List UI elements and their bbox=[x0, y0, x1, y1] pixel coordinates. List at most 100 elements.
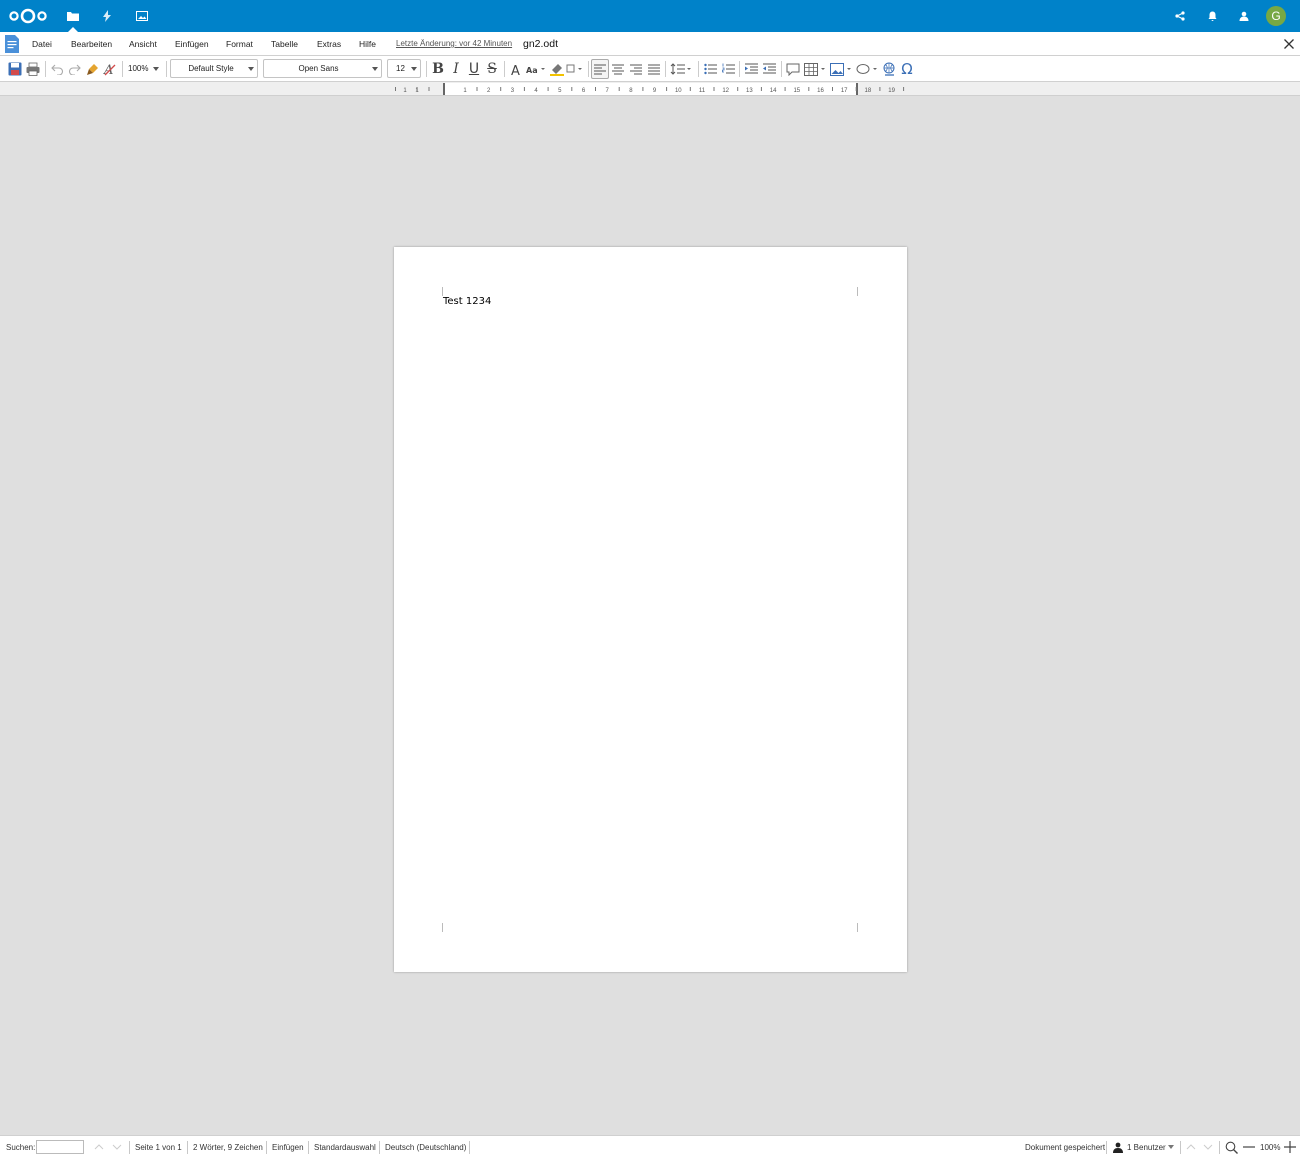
insert-hyperlink-icon[interactable] bbox=[880, 59, 898, 79]
ruler-tick-label: 12 bbox=[722, 88, 729, 94]
special-character-icon[interactable]: Ω bbox=[899, 59, 915, 79]
nextcloud-logo-icon[interactable] bbox=[8, 8, 48, 24]
crop-mark-icon bbox=[442, 923, 443, 932]
document-type-icon bbox=[5, 35, 19, 53]
menu-tabelle[interactable]: Tabelle bbox=[271, 32, 298, 56]
chevron-down-icon bbox=[411, 67, 417, 71]
crop-mark-icon bbox=[442, 287, 443, 296]
language-status[interactable]: Deutsch (Deutschland) bbox=[385, 1136, 466, 1158]
ruler-tick bbox=[784, 87, 786, 91]
undo-icon[interactable] bbox=[49, 59, 65, 79]
menu-ansicht[interactable]: Ansicht bbox=[129, 32, 157, 56]
save-status: Dokument gespeichert bbox=[1025, 1143, 1106, 1152]
users-icon[interactable] bbox=[1109, 1139, 1125, 1155]
word-count: 2 Wörter, 9 Zeichen bbox=[193, 1143, 263, 1152]
user-avatar[interactable]: G bbox=[1266, 6, 1286, 26]
italic-icon[interactable]: I bbox=[448, 59, 464, 79]
grow-font-icon[interactable]: A bbox=[508, 59, 524, 79]
ruler-tick bbox=[832, 87, 833, 91]
menu-bar: Datei Bearbeiten Ansicht Einfügen Format… bbox=[0, 32, 1300, 56]
strikethrough-icon[interactable]: S bbox=[484, 59, 500, 79]
document-page[interactable]: Test 1234 bbox=[394, 247, 907, 972]
chevron-down-icon[interactable] bbox=[1163, 1139, 1179, 1155]
decrease-indent-icon[interactable] bbox=[761, 59, 777, 79]
font-size-value: 12 bbox=[396, 64, 405, 73]
numbered-list-icon[interactable] bbox=[720, 59, 736, 79]
ruler-tick bbox=[855, 87, 857, 91]
toolbar-separator bbox=[739, 61, 740, 77]
paragraph-style-select[interactable]: Default Style bbox=[170, 59, 258, 78]
chevron-down-icon bbox=[372, 67, 378, 71]
search-previous-icon[interactable] bbox=[91, 1139, 107, 1155]
page-count: Seite 1 von 1 bbox=[135, 1143, 182, 1152]
share-icon[interactable] bbox=[1164, 0, 1196, 32]
search-next-icon[interactable] bbox=[109, 1139, 125, 1155]
font-name-value: Open Sans bbox=[298, 64, 339, 73]
status-separator bbox=[1219, 1141, 1220, 1154]
bullet-list-icon[interactable] bbox=[702, 59, 718, 79]
chevron-down-icon bbox=[153, 66, 160, 71]
toolbar-separator bbox=[698, 61, 699, 77]
zoom-level: 100% bbox=[1260, 1143, 1281, 1152]
users-count[interactable]: 1 Benutzer bbox=[1127, 1136, 1166, 1158]
align-justify-icon[interactable] bbox=[646, 59, 662, 79]
menu-extras[interactable]: Extras bbox=[317, 32, 341, 56]
last-change-link[interactable]: Letzte Änderung: vor 42 Minuten bbox=[396, 32, 512, 56]
insert-table-icon[interactable] bbox=[803, 59, 827, 79]
files-app-icon[interactable] bbox=[56, 0, 90, 32]
search-input[interactable] bbox=[36, 1140, 84, 1154]
underline-icon[interactable]: U bbox=[466, 59, 482, 79]
gallery-app-icon[interactable] bbox=[125, 0, 159, 32]
align-center-icon[interactable] bbox=[610, 59, 626, 79]
menu-datei[interactable]: Datei bbox=[32, 32, 52, 56]
border-style-icon[interactable] bbox=[565, 59, 583, 79]
increase-indent-icon[interactable] bbox=[743, 59, 759, 79]
toolbar-separator bbox=[166, 61, 167, 77]
notifications-bell-icon[interactable] bbox=[1196, 0, 1228, 32]
highlight-color-icon[interactable] bbox=[548, 59, 566, 79]
activity-app-icon[interactable] bbox=[90, 0, 124, 32]
ruler-tick-label: 1 bbox=[415, 88, 419, 94]
insert-image-icon[interactable] bbox=[829, 59, 853, 79]
bold-icon[interactable]: B bbox=[430, 59, 446, 79]
zoom-in-icon[interactable] bbox=[1282, 1139, 1298, 1155]
insert-comment-icon[interactable] bbox=[785, 59, 801, 79]
insert-shape-icon[interactable] bbox=[855, 59, 879, 79]
clone-formatting-icon[interactable] bbox=[84, 59, 100, 79]
ruler-tick bbox=[571, 87, 573, 91]
print-icon[interactable] bbox=[24, 59, 42, 79]
selection-mode[interactable]: Standardauswahl bbox=[314, 1136, 376, 1158]
ruler-tick bbox=[737, 87, 739, 91]
zoom-reset-icon[interactable] bbox=[1223, 1139, 1239, 1155]
ruler-tick bbox=[666, 87, 668, 91]
next-page-icon[interactable] bbox=[1200, 1139, 1216, 1155]
crop-mark-icon bbox=[857, 923, 858, 932]
left-margin-marker[interactable] bbox=[443, 83, 445, 95]
svg-text:A: A bbox=[511, 64, 520, 76]
redo-icon[interactable] bbox=[66, 59, 82, 79]
insert-mode[interactable]: Einfügen bbox=[272, 1136, 304, 1158]
previous-page-icon[interactable] bbox=[1183, 1139, 1199, 1155]
menu-einfuegen[interactable]: Einfügen bbox=[175, 32, 209, 56]
menu-hilfe[interactable]: Hilfe bbox=[359, 32, 376, 56]
document-body-text[interactable]: Test 1234 bbox=[443, 296, 491, 307]
clear-formatting-icon[interactable]: A bbox=[102, 59, 118, 79]
document-name[interactable]: gn2.odt bbox=[523, 32, 558, 56]
font-size-select[interactable]: 12 bbox=[387, 59, 421, 78]
chevron-down-icon bbox=[248, 67, 254, 71]
menu-bearbeiten[interactable]: Bearbeiten bbox=[71, 32, 112, 56]
close-icon[interactable] bbox=[1281, 36, 1297, 52]
svg-text:A: A bbox=[103, 63, 113, 76]
save-icon[interactable] bbox=[6, 59, 24, 79]
status-separator bbox=[379, 1141, 380, 1154]
align-left-icon[interactable] bbox=[591, 59, 609, 79]
font-case-icon[interactable]: Aa bbox=[524, 59, 546, 79]
zoom-select[interactable]: 100% bbox=[128, 59, 162, 78]
font-name-select[interactable]: Open Sans bbox=[263, 59, 382, 78]
line-spacing-icon[interactable] bbox=[669, 59, 693, 79]
contacts-icon[interactable] bbox=[1228, 0, 1260, 32]
menu-format[interactable]: Format bbox=[226, 32, 253, 56]
align-right-icon[interactable] bbox=[628, 59, 644, 79]
status-separator bbox=[266, 1141, 267, 1154]
zoom-out-icon[interactable] bbox=[1241, 1139, 1257, 1155]
